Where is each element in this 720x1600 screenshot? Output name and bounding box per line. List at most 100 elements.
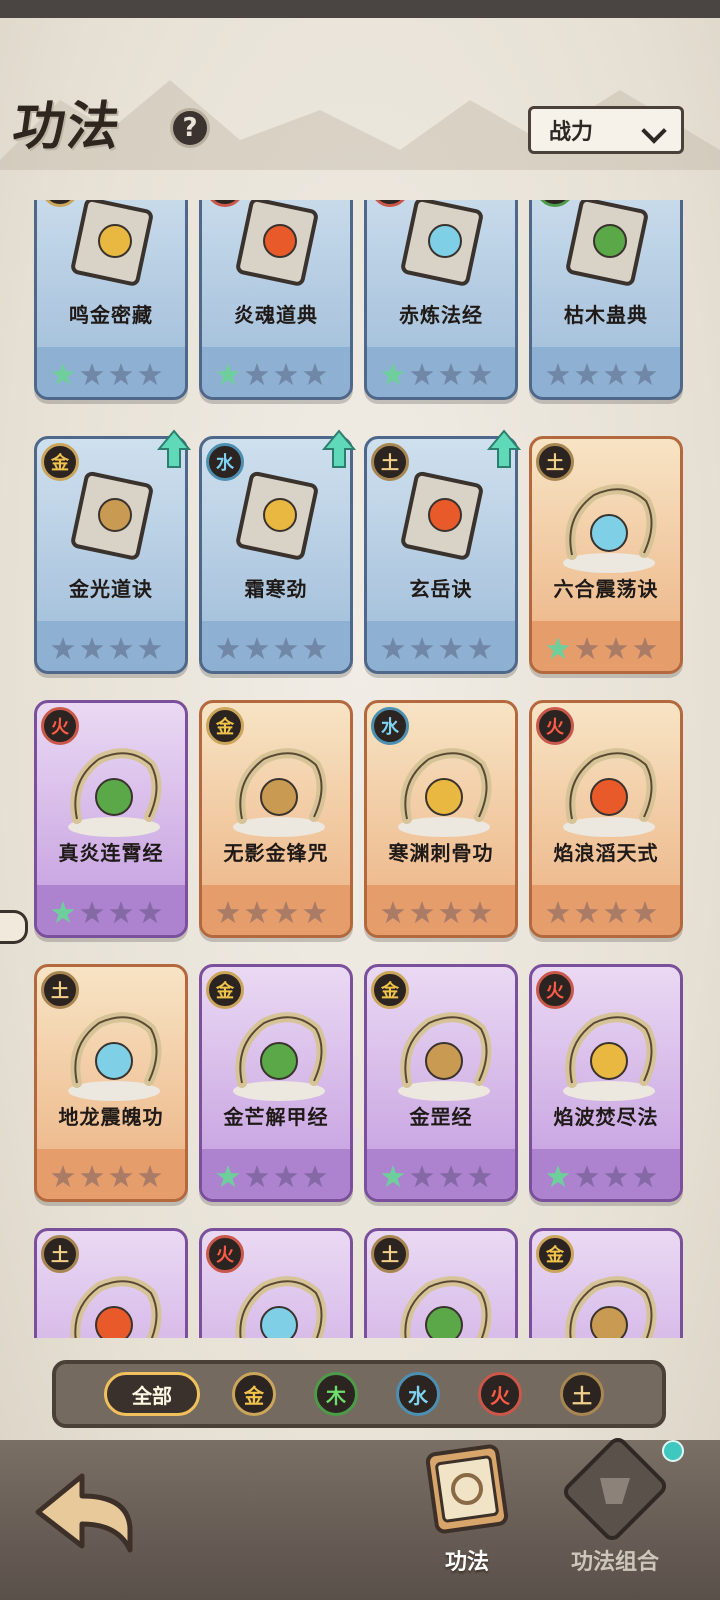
gongfa-card[interactable]: 水霜寒劲 [199, 429, 356, 674]
gongfa-card[interactable]: 土六合震荡诀 [529, 436, 683, 674]
star-icon [439, 637, 463, 660]
gongfa-card[interactable]: 土 [364, 1228, 518, 1338]
star-icon [633, 901, 657, 924]
star-icon [109, 363, 133, 386]
star-icon [274, 363, 298, 386]
dragon-emblem-icon [400, 1276, 492, 1338]
gongfa-card[interactable]: 火 [199, 1228, 353, 1338]
star-icon [51, 363, 75, 386]
dragon-emblem-icon [233, 1012, 327, 1101]
gongfa-card[interactable]: 金鸣金密藏 [34, 200, 188, 400]
notification-gem-icon [662, 1440, 684, 1462]
filter-all[interactable]: 全部 [104, 1372, 200, 1416]
star-icon [216, 363, 240, 386]
star-rating [546, 901, 657, 925]
element-badge: 水 [371, 707, 409, 745]
filter-water[interactable]: 水 [396, 1372, 440, 1416]
dragon-emblem-icon [563, 1012, 657, 1101]
star-rating [546, 1165, 657, 1189]
element-badge: 金 [206, 707, 244, 745]
card-name: 无影金锋咒 [223, 841, 329, 865]
card-name: 赤炼法经 [399, 303, 483, 327]
star-rating [51, 901, 162, 925]
gongfa-card[interactable]: 土地龙震魄功 [34, 964, 188, 1202]
star-rating [216, 901, 327, 925]
tab-combo-label: 功法组合 [570, 1550, 659, 1575]
star-icon [410, 1165, 434, 1188]
star-icon [546, 901, 570, 924]
gongfa-card[interactable]: 金无影金锋咒 [199, 700, 353, 938]
technique-book-icon [401, 471, 483, 560]
gongfa-card[interactable]: 火赤炼法经 [364, 200, 518, 400]
star-icon [138, 637, 162, 660]
gongfa-card[interactable]: 金金光道诀 [34, 429, 191, 674]
star-rating [51, 1165, 162, 1189]
gongfa-card[interactable]: 火焰波焚尽法 [529, 964, 683, 1202]
back-arrow-icon[interactable] [30, 1466, 140, 1556]
tab-gongfa[interactable]: 功法 [402, 1430, 532, 1580]
star-rating [381, 637, 492, 661]
tab-gongfa-combo[interactable]: 功法组合 [550, 1430, 680, 1580]
gongfa-card[interactable]: 土玄岳诀 [364, 429, 521, 674]
star-icon [633, 363, 657, 386]
gongfa-card[interactable]: 金金罡经 [364, 964, 518, 1202]
filter-fire[interactable]: 火 [478, 1372, 522, 1416]
filter-metal[interactable]: 金 [232, 1372, 276, 1416]
gongfa-card[interactable]: 金金芒解甲经 [199, 964, 353, 1202]
gongfa-card[interactable]: 火真炎连霄经 [34, 700, 188, 938]
element-badge: 金 [371, 971, 409, 1009]
gongfa-card[interactable]: 土 [34, 1228, 188, 1338]
star-icon [216, 1165, 240, 1188]
gongfa-card[interactable]: 水寒渊刺骨功 [364, 700, 518, 938]
star-rating [216, 1165, 327, 1189]
star-icon [245, 637, 269, 660]
star-rating [51, 363, 162, 387]
dragon-emblem-icon [233, 748, 327, 837]
technique-book-icon [71, 471, 153, 560]
gongfa-card[interactable]: 木枯木蛊典 [529, 200, 683, 400]
star-icon [381, 901, 405, 924]
dragon-emblem-icon [68, 748, 162, 837]
filter-earth[interactable]: 土 [560, 1372, 604, 1416]
star-icon [138, 901, 162, 924]
chevron-down-icon [641, 118, 667, 144]
star-icon [216, 637, 240, 660]
card-name: 枯木蛊典 [564, 303, 648, 327]
card-name: 六合震荡诀 [553, 577, 659, 601]
gongfa-card[interactable]: 金 [529, 1228, 683, 1338]
card-name: 鸣金密藏 [69, 303, 153, 327]
star-icon [439, 1165, 463, 1188]
star-icon [575, 637, 599, 660]
filter-wood[interactable]: 木 [314, 1372, 358, 1416]
card-name: 真炎连霄经 [58, 841, 164, 865]
element-badge: 土 [41, 971, 79, 1009]
star-icon [303, 1165, 327, 1188]
technique-book-icon [401, 200, 483, 286]
star-icon [410, 901, 434, 924]
sort-dropdown[interactable]: 战力 [528, 106, 684, 154]
star-icon [245, 901, 269, 924]
gongfa-card[interactable]: 火炎魂道典 [199, 200, 353, 400]
star-icon [633, 1165, 657, 1188]
gongfa-card[interactable]: 火焰浪滔天式 [529, 700, 683, 938]
dragon-emblem-icon [235, 1276, 327, 1338]
star-icon [546, 1165, 570, 1188]
card-name: 寒渊刺骨功 [388, 841, 494, 865]
help-button[interactable]: ? [170, 108, 210, 148]
element-badge: 火 [206, 1235, 244, 1273]
star-rating [546, 637, 657, 661]
page-title: 功法 [9, 96, 126, 157]
star-icon [381, 637, 405, 660]
technique-book-icon [71, 200, 153, 286]
chat-bubble-icon[interactable] [0, 910, 28, 944]
star-rating [216, 637, 327, 661]
star-icon [51, 1165, 75, 1188]
card-name: 地龙震魄功 [58, 1105, 164, 1129]
star-icon [138, 1165, 162, 1188]
card-name: 金芒解甲经 [223, 1105, 329, 1129]
star-icon [245, 363, 269, 386]
star-icon [80, 1165, 104, 1188]
star-icon [575, 901, 599, 924]
dragon-emblem-icon [68, 1012, 162, 1101]
element-badge: 土 [536, 443, 574, 481]
